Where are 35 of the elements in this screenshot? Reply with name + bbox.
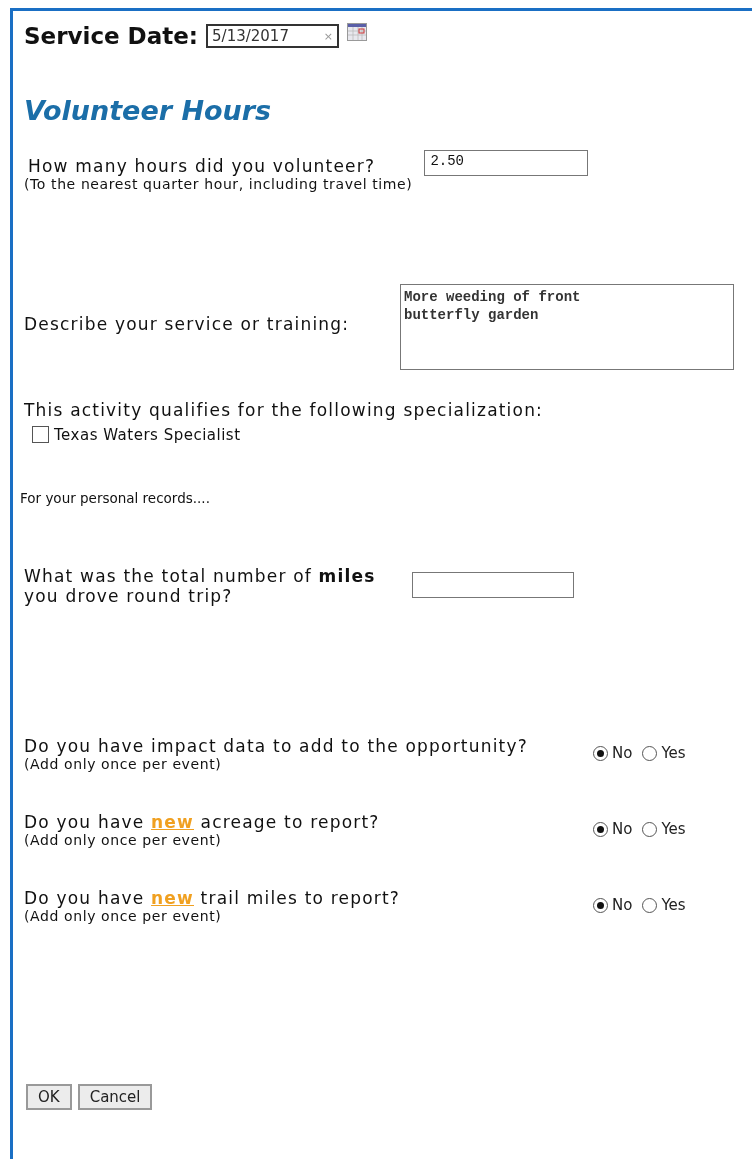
question-text: How many hours did you volunteer?	[28, 156, 377, 176]
radio-label: Yes	[661, 744, 686, 762]
input-field[interactable]: 2.50	[424, 150, 589, 176]
text-area[interactable]: More weeding of front butterfly garden	[400, 284, 734, 370]
radio-button[interactable]	[642, 897, 658, 913]
radio-button[interactable]	[642, 821, 658, 837]
radio-button[interactable]	[593, 821, 608, 837]
calendar-icon[interactable]	[347, 23, 368, 41]
checkbox[interactable]	[32, 426, 49, 443]
radio-button[interactable]	[642, 745, 658, 761]
date-field[interactable]: 5/13/2017 ×	[206, 24, 340, 48]
radio-label: No	[612, 896, 633, 914]
question-text: Describe your service or training:	[24, 314, 351, 334]
hint-text: (Add only once per event)	[24, 908, 223, 924]
radio-button[interactable]	[593, 897, 608, 913]
form-button[interactable]: OK	[26, 1084, 72, 1110]
hint-text: (Add only once per event)	[24, 832, 223, 848]
question-text: Do you have new acreage to report?	[24, 812, 381, 832]
section-heading: Volunteer Hours	[24, 95, 273, 126]
radio-label: No	[612, 744, 633, 762]
radio-button[interactable]	[593, 745, 608, 761]
radio-label: Yes	[661, 820, 686, 838]
question-text: Do you have new trail miles to report?	[24, 888, 402, 908]
input-field[interactable]	[412, 572, 574, 598]
hint-text: (Add only once per event)	[24, 756, 223, 772]
checkbox-label: Texas Waters Specialist	[54, 426, 241, 444]
question-text: This activity qualifies for the following specialization:	[24, 400, 545, 420]
info-text: For your personal records....	[20, 490, 211, 506]
question-text: What was the total number of miles you drove round trip?	[24, 566, 377, 606]
radio-label: No	[612, 820, 633, 838]
form-button[interactable]: Cancel	[77, 1084, 153, 1110]
radio-label: Yes	[661, 896, 686, 914]
field-label: Service Date:	[24, 23, 199, 49]
hint-text: (To the nearest quarter hour, including travel time)	[24, 176, 413, 192]
question-text: Do you have impact data to add to the opportunity?	[24, 736, 529, 756]
